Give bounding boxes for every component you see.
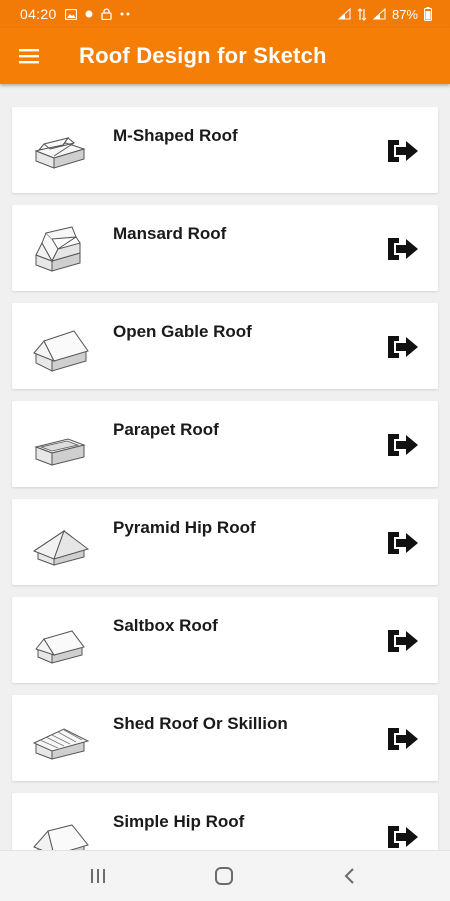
- m-shaped-roof-icon: [34, 137, 86, 169]
- open-arrow-icon[interactable]: [385, 138, 421, 164]
- open-arrow-icon[interactable]: [385, 628, 421, 654]
- status-bar: 04:20 87%: [0, 0, 450, 28]
- roof-label: Parapet Roof: [113, 420, 219, 439]
- status-right: 87%: [337, 0, 432, 28]
- saltbox-roof-icon: [35, 630, 85, 664]
- hamburger-menu-icon: [19, 49, 39, 64]
- lock-icon: [100, 8, 112, 20]
- mansard-roof-icon: [35, 226, 81, 272]
- list-item-shed-roof[interactable]: Shed Roof Or Skillion: [12, 695, 438, 781]
- open-arrow-icon[interactable]: [385, 334, 421, 360]
- app-title: Roof Design for Sketch: [79, 43, 327, 68]
- app-bar: Roof Design for Sketch: [0, 28, 450, 84]
- battery-percent: 87%: [391, 6, 418, 22]
- more-icon: [120, 12, 130, 16]
- roof-label: Pyramid Hip Roof: [113, 518, 256, 537]
- list-item-open-gable-roof[interactable]: Open Gable Roof: [12, 303, 438, 389]
- list-item-simple-hip-roof[interactable]: Simple Hip Roof: [12, 793, 438, 850]
- status-time: 04:20: [20, 6, 57, 22]
- back-icon[interactable]: [335, 864, 365, 888]
- menu-button[interactable]: [18, 44, 44, 68]
- roof-list[interactable]: M-Shaped Roof Mansard Roof Open Gable Ro…: [0, 84, 450, 850]
- dot-icon: [85, 10, 93, 18]
- list-item-parapet-roof[interactable]: Parapet Roof: [12, 401, 438, 487]
- list-item-m-shaped-roof[interactable]: M-Shaped Roof: [12, 107, 438, 193]
- roof-label: M-Shaped Roof: [113, 126, 238, 145]
- open-gable-roof-icon: [33, 330, 89, 372]
- list-item-pyramid-hip-roof[interactable]: Pyramid Hip Roof: [12, 499, 438, 585]
- status-left: 04:20: [20, 0, 132, 28]
- roof-label: Mansard Roof: [113, 224, 227, 243]
- list-item-mansard-roof[interactable]: Mansard Roof: [12, 205, 438, 291]
- open-arrow-icon[interactable]: [385, 530, 421, 556]
- open-arrow-icon[interactable]: [385, 824, 421, 850]
- simple-hip-roof-icon: [33, 824, 89, 850]
- image-icon: [64, 8, 77, 20]
- home-icon[interactable]: [209, 864, 239, 888]
- data-icon: [357, 7, 367, 21]
- roof-label: Saltbox Roof: [113, 616, 218, 635]
- open-arrow-icon[interactable]: [385, 236, 421, 262]
- recent-apps-icon[interactable]: [83, 864, 113, 888]
- roof-label: Simple Hip Roof: [113, 812, 245, 831]
- parapet-roof-icon: [34, 438, 86, 466]
- list-item-saltbox-roof[interactable]: Saltbox Roof: [12, 597, 438, 683]
- signal-icon: [372, 8, 386, 20]
- open-arrow-icon[interactable]: [385, 726, 421, 752]
- signal-icon: [337, 8, 351, 20]
- roof-label: Open Gable Roof: [113, 322, 252, 341]
- open-arrow-icon[interactable]: [385, 432, 421, 458]
- navigation-bar: [0, 850, 450, 901]
- shed-roof-icon: [32, 728, 90, 760]
- pyramid-hip-roof-icon: [32, 529, 90, 566]
- battery-icon: [424, 7, 432, 21]
- roof-label: Shed Roof Or Skillion: [113, 714, 288, 733]
